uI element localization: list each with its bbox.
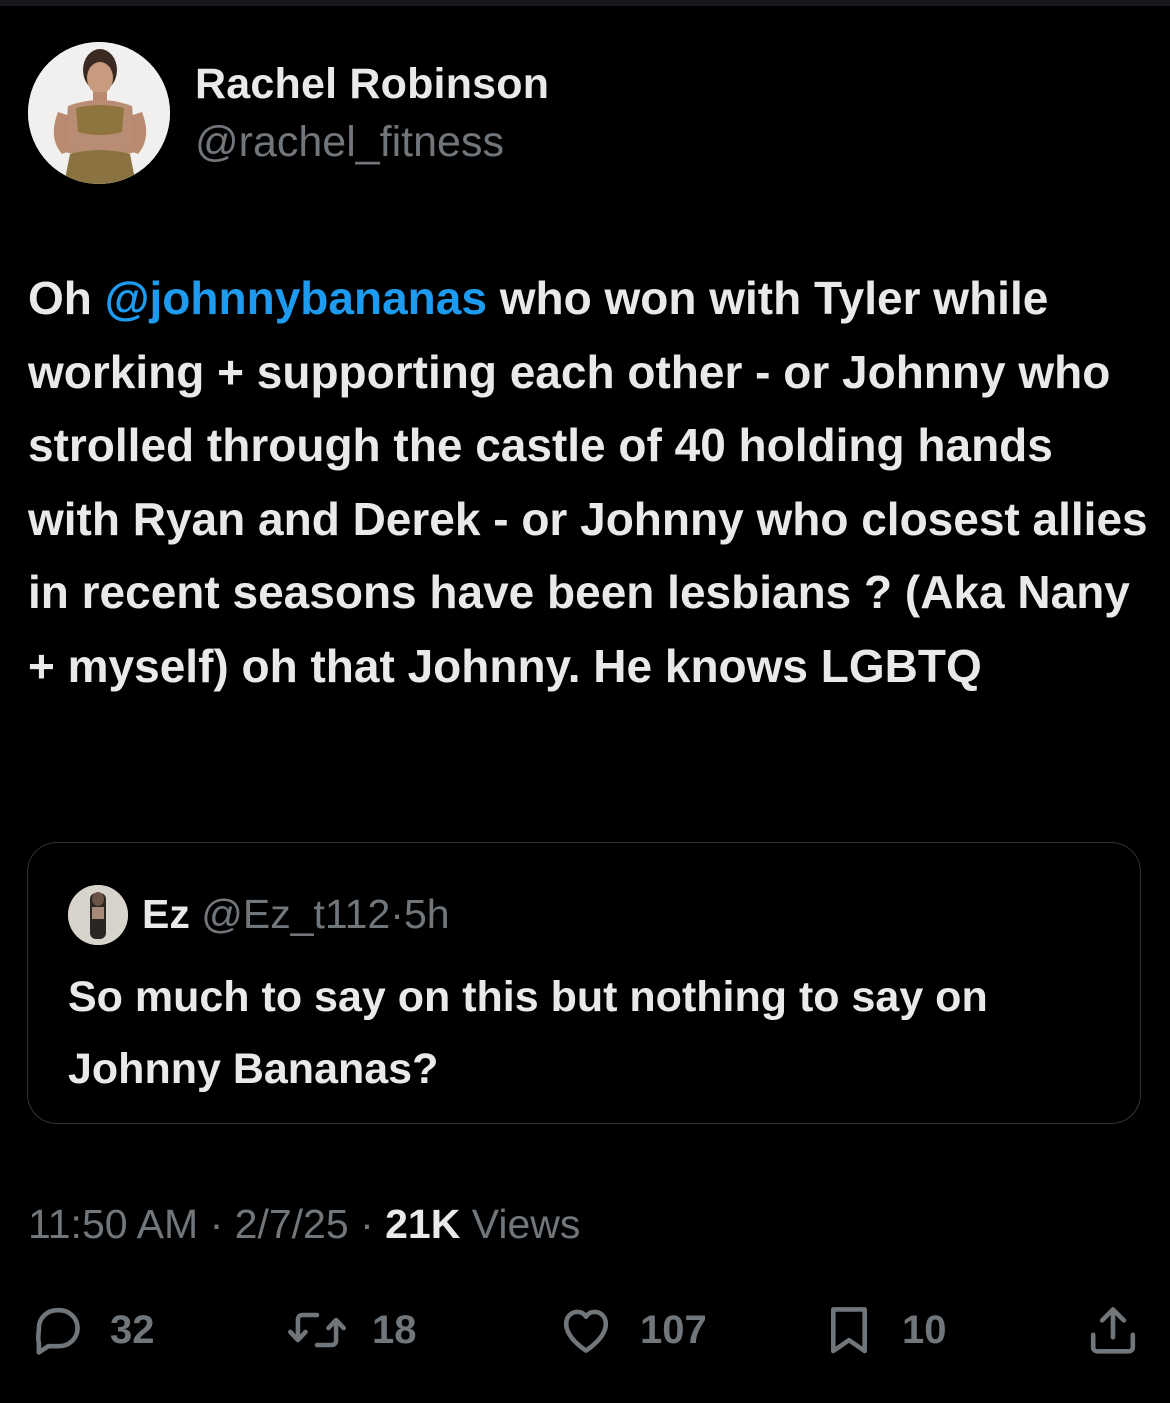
quoted-header: Ez @Ez_t112·5h [142, 889, 450, 939]
tweet-meta: 11:50 AM · 2/7/25 · 21K Views [28, 1198, 580, 1250]
author-handle[interactable]: @rachel_fitness [195, 116, 549, 168]
bookmark-button[interactable]: 10 [820, 1298, 947, 1362]
share-icon [1090, 1307, 1136, 1354]
quoted-display-name[interactable]: Ez [142, 891, 190, 937]
share-button[interactable] [1084, 1298, 1142, 1362]
quoted-text: So much to say on this but nothing to sa… [68, 973, 988, 1093]
quoted-author-avatar[interactable] [68, 885, 128, 945]
quoted-tweet[interactable]: Ez @Ez_t112·5h So much to say on this bu… [27, 842, 1141, 1124]
like-button[interactable]: 107 [556, 1298, 707, 1362]
quoted-time[interactable]: 5h [404, 891, 450, 937]
author-display-name[interactable]: Rachel Robinson [195, 58, 549, 110]
quoted-handle[interactable]: @Ez_t112 [201, 891, 390, 937]
bookmark-count: 10 [902, 1307, 947, 1352]
tweet-text-prefix: Oh [28, 272, 105, 324]
author-avatar[interactable] [28, 42, 170, 184]
mention-link[interactable]: @johnnybananas [105, 272, 487, 324]
reply-button[interactable]: 32 [28, 1298, 155, 1362]
views-label: Views [471, 1201, 581, 1247]
retweet-button[interactable]: 18 [286, 1298, 417, 1362]
retweet-icon [288, 1312, 346, 1348]
meta-separator: · [360, 1201, 374, 1247]
tweet-date[interactable]: 2/7/25 [235, 1201, 349, 1247]
avatar-image [28, 42, 170, 184]
reply-count: 32 [110, 1307, 155, 1352]
views-count[interactable]: 21K [385, 1201, 460, 1247]
quoted-separator: · [390, 891, 404, 937]
tweet-time[interactable]: 11:50 AM [28, 1201, 198, 1247]
top-divider [0, 0, 1170, 6]
tweet-text: Oh @johnnybananas who won with Tyler whi… [28, 262, 1148, 703]
tweet-header: Rachel Robinson @rachel_fitness [28, 42, 1128, 184]
tweet-text-body: who won with Tyler while working + suppo… [28, 272, 1161, 692]
retweet-count: 18 [372, 1307, 417, 1352]
reply-icon [35, 1307, 80, 1355]
heart-icon [563, 1309, 609, 1353]
quoted-avatar-image [68, 885, 128, 945]
bookmark-icon [830, 1307, 868, 1354]
meta-separator: · [209, 1201, 224, 1247]
action-bar: 32 18 107 10 [0, 1298, 1170, 1362]
like-count: 107 [640, 1307, 707, 1352]
